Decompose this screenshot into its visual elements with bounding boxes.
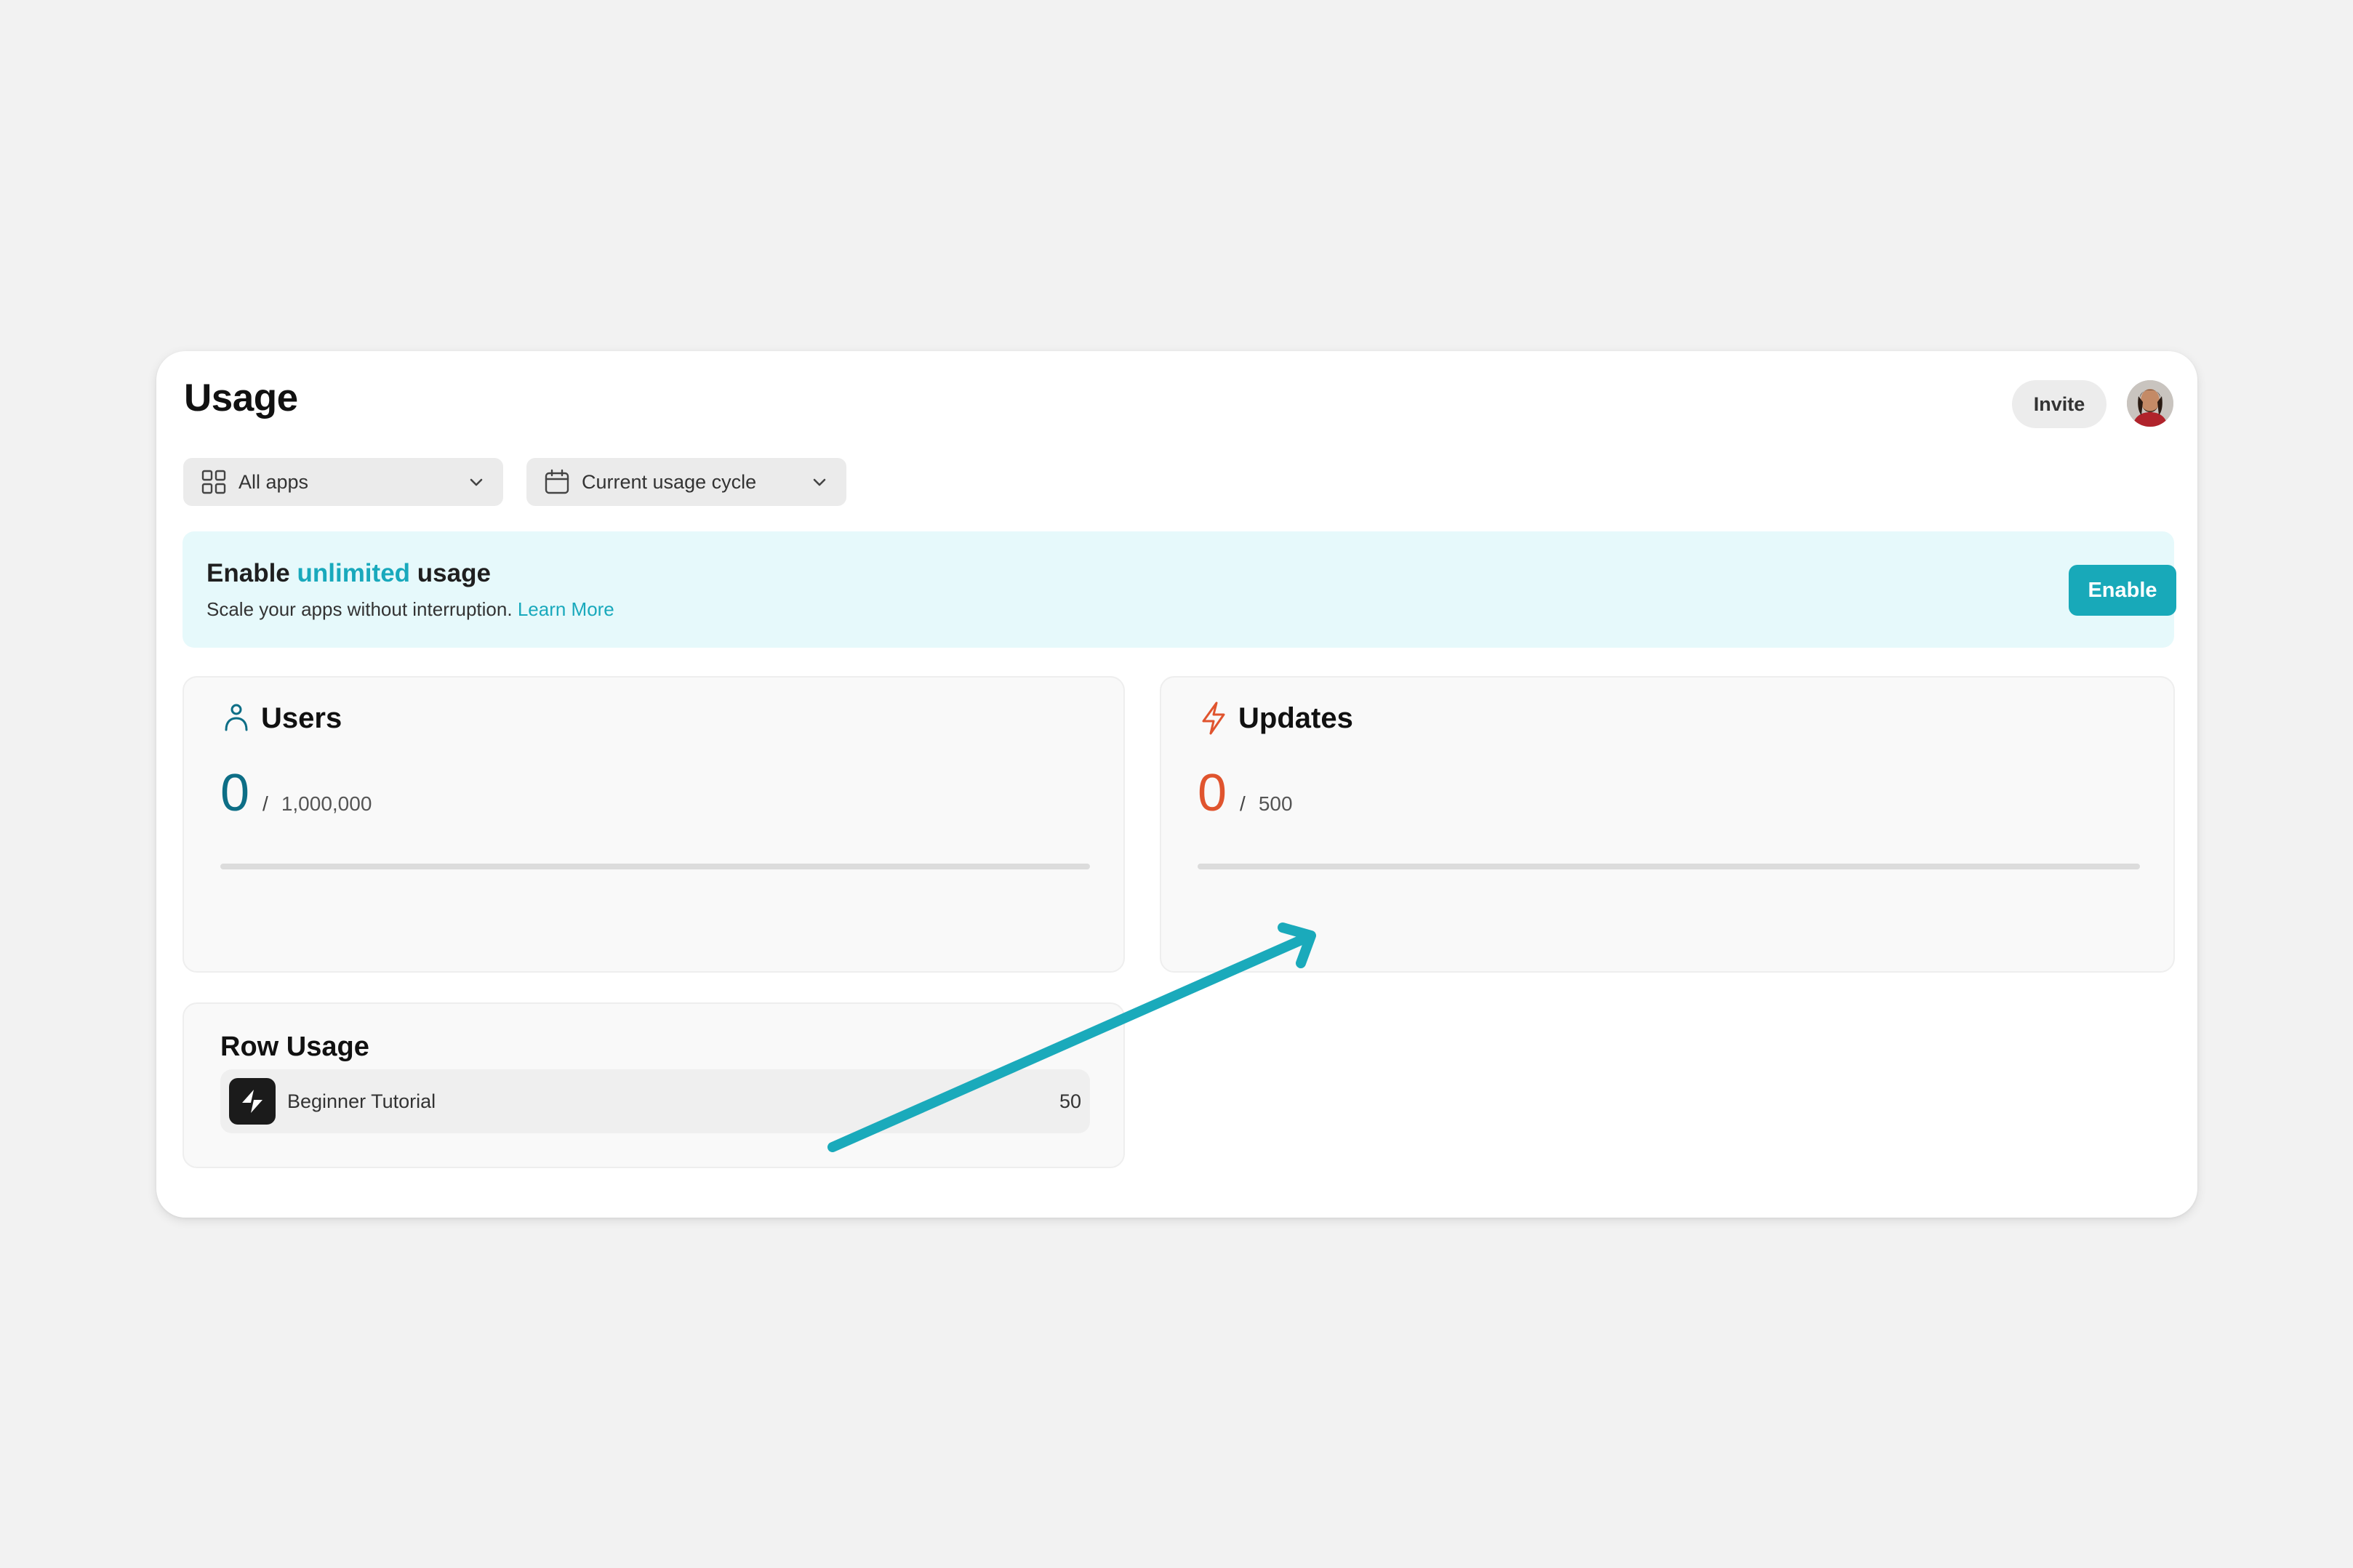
updates-heading: Updates (1198, 701, 1353, 736)
updates-metric: 0 / 500 (1198, 763, 1293, 823)
banner-title-accent: unlimited (297, 559, 411, 587)
users-title: Users (261, 701, 342, 734)
updates-limit: 500 (1258, 792, 1293, 815)
chevron-down-icon (810, 473, 829, 491)
banner-subtitle-text: Scale your apps without interruption. (207, 598, 513, 620)
users-separator: / (262, 792, 268, 815)
banner-subtitle: Scale your apps without interruption. Le… (207, 598, 614, 621)
updates-panel: Updates 0 / 500 (1160, 676, 2175, 973)
chevron-down-icon (467, 473, 486, 491)
page-title: Usage (184, 377, 298, 419)
grid-icon (201, 469, 227, 495)
updates-progress-bar (1198, 864, 2140, 869)
users-limit: 1,000,000 (281, 792, 372, 815)
updates-separator: / (1240, 792, 1246, 815)
updates-value: 0 (1198, 764, 1227, 822)
cycle-filter-dropdown[interactable]: Current usage cycle (526, 458, 846, 506)
apps-filter-value: All apps (238, 470, 309, 493)
users-heading: Users (220, 701, 342, 736)
cycle-filter-value: Current usage cycle (582, 470, 757, 493)
calendar-icon (544, 469, 570, 495)
row-usage-item-count: 50 (1059, 1090, 1081, 1112)
banner-title: Enable unlimited usage (207, 559, 491, 588)
learn-more-link[interactable]: Learn More (518, 598, 614, 620)
banner-title-suffix: usage (410, 559, 491, 587)
avatar[interactable] (2127, 380, 2173, 427)
invite-button[interactable]: Invite (2012, 380, 2107, 428)
app-logo-icon (229, 1078, 276, 1125)
row-usage-item-name: Beginner Tutorial (287, 1090, 436, 1112)
unlimited-usage-banner: Enable unlimited usage Scale your apps w… (183, 531, 2176, 648)
apps-filter-dropdown[interactable]: All apps (183, 458, 503, 506)
bolt-icon (1198, 701, 1230, 736)
usage-card: Usage Invite All apps Current usage cycl… (156, 351, 2197, 1218)
users-value: 0 (220, 764, 250, 822)
enable-button[interactable]: Enable (2069, 565, 2176, 616)
updates-title: Updates (1238, 701, 1353, 734)
users-metric: 0 / 1,000,000 (220, 763, 372, 823)
row-usage-title: Row Usage (220, 1032, 369, 1062)
row-usage-panel: Row Usage Beginner Tutorial 50 (183, 1002, 1125, 1168)
row-usage-item[interactable]: Beginner Tutorial 50 (220, 1069, 1090, 1133)
users-progress-bar (220, 864, 1090, 869)
banner-title-prefix: Enable (207, 559, 297, 587)
users-panel: Users 0 / 1,000,000 (183, 676, 1125, 973)
user-icon (220, 701, 252, 736)
avatar-image (2127, 380, 2173, 427)
